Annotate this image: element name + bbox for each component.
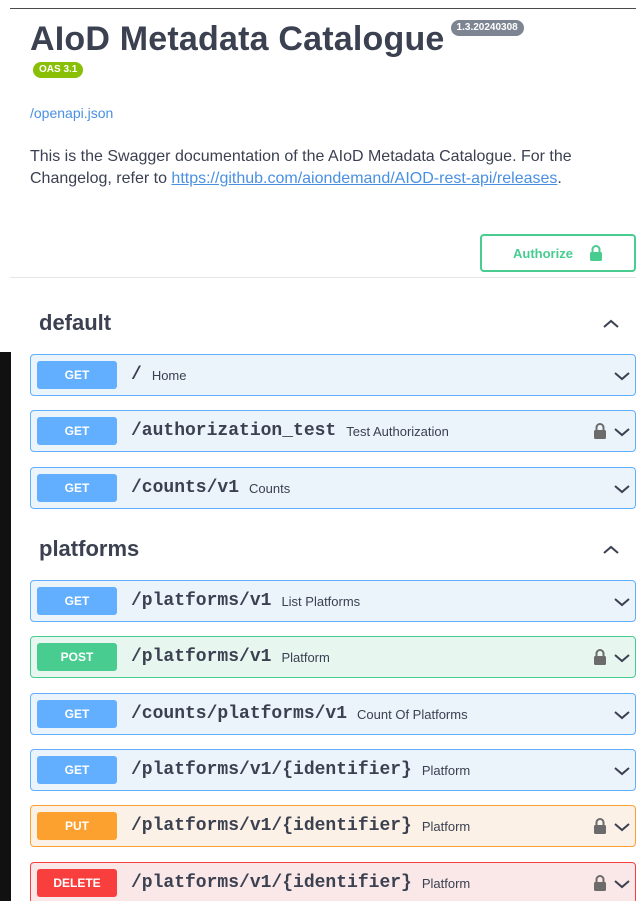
operation-delete-row[interactable]: DELETE/platforms/v1/{identifier} Platform [30, 862, 636, 901]
chevron-down-icon[interactable] [613, 764, 631, 776]
operation-summary: Count Of Platforms [357, 706, 468, 722]
operation-get-row[interactable]: GET/platforms/v1/{identifier} Platform [30, 749, 636, 791]
api-description: This is the Swagger documentation of the… [30, 146, 590, 190]
operation-summary: List Platforms [281, 593, 361, 609]
authorize-button[interactable]: Authorize [480, 234, 636, 272]
operation-controls [593, 423, 635, 439]
operation-path: /authorization_test [131, 421, 337, 441]
method-badge: GET [37, 756, 117, 784]
lock-icon[interactable] [593, 818, 607, 834]
info-divider [10, 277, 636, 278]
operation-get-row[interactable]: GET/counts/v1 Counts [30, 467, 636, 509]
top-divider [10, 8, 636, 9]
operation-summary: Counts [249, 480, 291, 496]
operation-controls [613, 595, 635, 607]
operation-path: /platforms/v1/{identifier} [131, 760, 412, 780]
openapi-spec-link[interactable]: /openapi.json [30, 105, 113, 121]
lock-icon[interactable] [593, 875, 607, 891]
info-header: AIoD Metadata Catalogue 1.3.20240308 [30, 18, 524, 60]
lock-icon [589, 245, 603, 261]
section-title: platforms [39, 536, 140, 561]
authorize-label: Authorize [513, 245, 573, 261]
operation-summary: Platform [421, 762, 471, 778]
operation-put-row[interactable]: PUT/platforms/v1/{identifier} Platform [30, 805, 636, 847]
method-badge: GET [37, 361, 117, 389]
chevron-down-icon[interactable] [613, 425, 631, 437]
operation-summary: Home [151, 367, 187, 383]
operation-get-row[interactable]: GET/authorization_test Test Authorization [30, 410, 636, 452]
operation-get-row[interactable]: GET/platforms/v1 List Platforms [30, 580, 636, 622]
operation-controls [593, 875, 635, 891]
operation-path: /platforms/v1 [131, 647, 272, 667]
operation-summary: Platform [421, 818, 471, 834]
version-badge: 1.3.20240308 [450, 20, 524, 36]
operation-path: /counts/platforms/v1 [131, 704, 348, 724]
method-badge: GET [37, 700, 117, 728]
operation-path: /counts/v1 [131, 478, 240, 498]
description-end: . [557, 170, 562, 187]
operation-post-row[interactable]: POST/platforms/v1 Platform [30, 636, 636, 678]
chevron-down-icon[interactable] [613, 369, 631, 381]
method-badge: GET [37, 417, 117, 445]
method-badge: DELETE [37, 869, 117, 897]
page-title: AIoD Metadata Catalogue [30, 20, 445, 58]
chevron-down-icon[interactable] [613, 708, 631, 720]
operation-path: /platforms/v1/{identifier} [131, 816, 412, 836]
method-badge: PUT [37, 812, 117, 840]
chevron-down-icon[interactable] [613, 651, 631, 663]
operation-path: /platforms/v1/{identifier} [131, 873, 412, 893]
left-edge-panel [0, 352, 11, 901]
chevron-up-icon[interactable] [602, 317, 620, 329]
tag-section-platforms[interactable]: platforms [30, 529, 636, 569]
operation-get-row[interactable]: GET/counts/platforms/v1 Count Of Platform… [30, 693, 636, 735]
lock-icon[interactable] [593, 423, 607, 439]
method-badge: GET [37, 587, 117, 615]
operation-summary: Platform [421, 875, 471, 891]
operation-controls [613, 369, 635, 381]
section-title: default [39, 310, 112, 335]
operation-get-row[interactable]: GET / Home [30, 354, 636, 396]
chevron-down-icon[interactable] [613, 877, 631, 889]
chevron-down-icon[interactable] [613, 820, 631, 832]
method-badge: POST [37, 643, 117, 671]
operation-summary: Platform [281, 649, 330, 665]
operation-controls [613, 482, 635, 494]
chevron-down-icon[interactable] [613, 595, 631, 607]
lock-icon[interactable] [593, 649, 607, 665]
operation-path: / [131, 365, 142, 385]
operation-path: /platforms/v1 [131, 591, 272, 611]
tag-section-default[interactable]: default [30, 303, 636, 343]
chevron-up-icon[interactable] [602, 543, 620, 555]
operation-controls [613, 708, 635, 720]
operation-summary: Test Authorization [346, 423, 449, 439]
operation-controls [593, 649, 635, 665]
chevron-down-icon[interactable] [613, 482, 631, 494]
operation-controls [593, 818, 635, 834]
method-badge: GET [37, 474, 117, 502]
changelog-link[interactable]: https://github.com/aiondemand/AIOD-rest-… [171, 170, 557, 187]
operation-controls [613, 764, 635, 776]
oas-badge: OAS 3.1 [33, 62, 84, 78]
